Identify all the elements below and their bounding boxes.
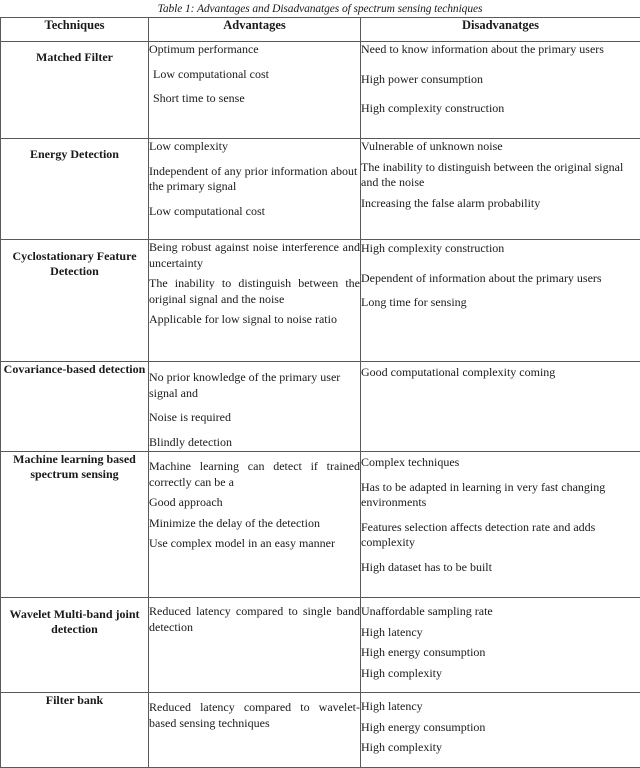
technique-name: Filter bank <box>0 692 149 768</box>
technique-name: Machine learning based spectrum sensing <box>0 451 149 598</box>
advantage-item: Being robust against noise interference … <box>149 240 360 270</box>
disadvantages-cell: Complex techniques Has to be adapted in … <box>360 451 640 598</box>
table-row: Energy Detection Low complexity Independ… <box>0 138 640 240</box>
disadvantage-item: Increasing the false alarm probability <box>361 195 541 210</box>
disadvantage-item: Complex techniques <box>361 455 460 469</box>
advantage-item: Machine learning can detect if trained c… <box>149 459 360 489</box>
disadvantage-item: High complexity construction <box>361 241 505 255</box>
column-header-advantages: Advantages <box>148 17 361 42</box>
technique-name: Cyclostationary Feature Detection <box>0 239 149 362</box>
header-row: Techniques Advantages Disadvanatges <box>0 17 640 42</box>
spectrum-sensing-table: Techniques Advantages Disadvanatges Matc… <box>0 17 640 768</box>
table-row: Filter bank Reduced latency compared to … <box>0 692 640 768</box>
advantage-item: Minimize the delay of the detection <box>149 515 320 530</box>
disadvantage-item: Features selection affects detection rat… <box>361 519 596 550</box>
advantage-item: Low complexity <box>149 139 228 153</box>
disadvantages-cell: Good computational complexity coming <box>360 361 640 452</box>
technique-name: Matched Filter <box>0 41 149 139</box>
technique-name: Wavelet Multi-band joint detection <box>0 597 149 693</box>
advantage-item: The inability to distinguish between the… <box>149 276 360 306</box>
document-page: Table 1: Advantages and Disadvanatges of… <box>0 0 640 768</box>
disadvantage-item: The inability to distinguish between the… <box>361 159 624 190</box>
advantage-item: Blindly detection <box>149 434 232 449</box>
disadvantage-item: High power consumption <box>361 71 483 86</box>
disadvantage-item: High complexity construction <box>361 101 505 115</box>
disadvantages-cell: High latency High energy consumption Hig… <box>360 692 640 768</box>
advantages-cell: Optimum performance Low computational co… <box>148 41 361 139</box>
table-row: Machine learning based spectrum sensing … <box>0 451 640 598</box>
advantage-item: Use complex model in an easy manner <box>149 536 335 550</box>
column-header-disadvantages: Disadvanatges <box>360 17 640 42</box>
disadvantage-item: Need to know information about the prima… <box>361 42 604 56</box>
advantage-item: Reduced latency compared to single band … <box>149 604 360 634</box>
disadvantage-item: Dependent of information about the prima… <box>361 270 602 285</box>
disadvantage-item: Unaffordable sampling rate <box>361 604 493 618</box>
advantages-cell: Reduced latency compared to wavelet-base… <box>148 692 361 768</box>
technique-name: Energy Detection <box>0 138 149 240</box>
disadvantages-cell: Need to know information about the prima… <box>360 41 640 139</box>
table-caption: Table 1: Advantages and Disadvanatges of… <box>157 3 483 15</box>
advantages-cell: Low complexity Independent of any prior … <box>148 138 361 240</box>
disadvantage-item: High complexity <box>361 665 442 680</box>
table-header: Techniques Advantages Disadvanatges <box>0 17 640 42</box>
advantages-cell: No prior knowledge of the primary user s… <box>148 361 361 452</box>
advantages-cell: Machine learning can detect if trained c… <box>148 451 361 598</box>
disadvantages-cell: High complexity construction Dependent o… <box>360 239 640 362</box>
advantage-item: Reduced latency compared to wavelet-base… <box>149 700 360 730</box>
disadvantage-item: Vulnerable of unknown noise <box>361 139 503 153</box>
table-body: Matched Filter Optimum performance Low c… <box>0 41 640 768</box>
table-row: Matched Filter Optimum performance Low c… <box>0 41 640 139</box>
disadvantages-cell: Unaffordable sampling rate High latency … <box>360 597 640 693</box>
advantages-cell: Reduced latency compared to single band … <box>148 597 361 693</box>
table-row: Cyclostationary Feature Detection Being … <box>0 239 640 362</box>
disadvantage-item: Good computational complexity coming <box>361 365 556 379</box>
advantage-item: Applicable for low signal to noise ratio <box>149 312 337 326</box>
advantage-item: Low computational cost <box>149 203 265 218</box>
disadvantage-item: High energy consumption <box>361 645 486 659</box>
table-row: Covariance-based detection No prior know… <box>0 361 640 452</box>
disadvantage-item: High energy consumption <box>361 719 486 734</box>
advantage-item: Noise is required <box>149 410 231 424</box>
disadvantage-item: High complexity <box>361 740 442 754</box>
disadvantage-item: High latency <box>361 699 423 713</box>
disadvantages-cell: Vulnerable of unknown noise The inabilit… <box>360 138 640 240</box>
technique-name: Covariance-based detection <box>0 361 149 452</box>
disadvantage-item: Long time for sensing <box>361 295 467 309</box>
column-header-techniques: Techniques <box>0 17 149 42</box>
disadvantage-item: Has to be adapted in learning in very fa… <box>361 479 606 510</box>
disadvantage-item: High latency <box>361 624 423 639</box>
advantage-item: No prior knowledge of the primary user s… <box>149 370 341 400</box>
advantage-item: Good approach <box>149 495 223 509</box>
disadvantage-item: High dataset has to be built <box>361 559 492 574</box>
advantage-item: Low computational cost <box>153 66 269 81</box>
advantage-item: Independent of any prior information abo… <box>149 163 358 194</box>
advantage-item: Short time to sense <box>153 91 245 105</box>
advantage-item: Optimum performance <box>149 42 259 56</box>
table-row: Wavelet Multi-band joint detection Reduc… <box>0 597 640 693</box>
advantages-cell: Being robust against noise interference … <box>148 239 361 362</box>
